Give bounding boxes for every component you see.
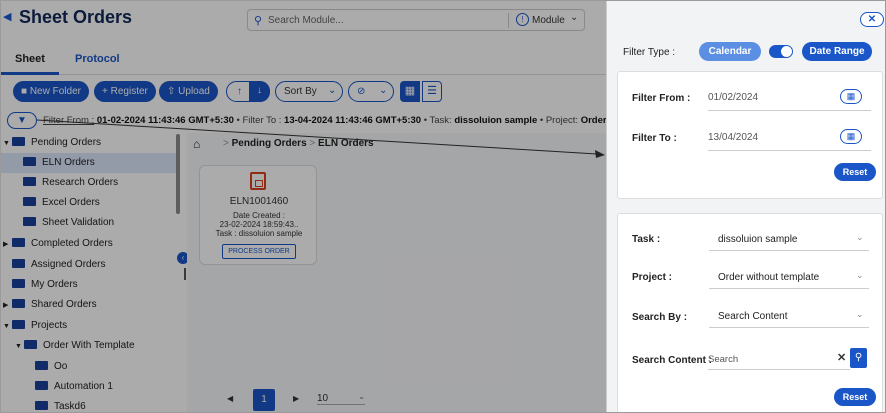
reset-search-button[interactable]: Reset — [834, 388, 876, 406]
filter-to-input[interactable]: 13/04/2024 — [708, 132, 758, 143]
search-by-label: Search By : — [632, 312, 688, 323]
project-underline — [709, 288, 869, 289]
calendar-icon[interactable]: ▦ — [840, 89, 862, 104]
filter-from-label: Filter From : — [632, 93, 691, 104]
close-icon[interactable]: ✕ — [860, 12, 884, 27]
filter-from-input[interactable]: 01/02/2024 — [708, 92, 758, 103]
search-content-underline — [708, 369, 850, 370]
search-filter-section: Task : dissoluion sample ⌄ Project : Ord… — [617, 213, 883, 412]
filter-from-underline — [708, 110, 871, 111]
project-label: Project : — [632, 272, 673, 283]
search-icon[interactable]: ⚲ — [850, 348, 867, 368]
filter-type-label: Filter Type : — [623, 47, 676, 58]
calendar-button[interactable]: Calendar — [699, 42, 761, 61]
search-content-label: Search Content : — [632, 355, 713, 366]
chevron-down-icon[interactable]: ⌄ — [856, 232, 864, 243]
search-by-underline — [709, 327, 869, 328]
search-content-input[interactable]: Search — [708, 354, 738, 365]
filter-panel: ✕ Filter Type : Calendar Date Range Filt… — [606, 1, 885, 412]
task-label: Task : — [632, 234, 661, 245]
modal-backdrop[interactable] — [1, 1, 606, 412]
app-window: ◀ Sheet Orders ⚲ Search Module... ! Modu… — [0, 0, 886, 413]
date-filter-section: Filter From : 01/02/2024 ▦ Filter To : 1… — [617, 71, 883, 199]
date-range-button[interactable]: Date Range — [802, 42, 872, 61]
filter-type-toggle[interactable] — [769, 45, 793, 58]
filter-to-underline — [708, 150, 871, 151]
chevron-down-icon[interactable]: ⌄ — [856, 270, 864, 281]
calendar-icon[interactable]: ▦ — [840, 129, 862, 144]
filter-to-label: Filter To : — [632, 133, 677, 144]
task-underline — [709, 250, 869, 251]
project-select[interactable]: Order without template — [718, 272, 819, 283]
search-by-select[interactable]: Search Content — [718, 311, 788, 322]
task-select[interactable]: dissoluion sample — [718, 234, 798, 245]
clear-icon[interactable]: ✕ — [837, 351, 846, 364]
chevron-down-icon[interactable]: ⌄ — [856, 309, 864, 320]
reset-date-button[interactable]: Reset — [834, 163, 876, 181]
